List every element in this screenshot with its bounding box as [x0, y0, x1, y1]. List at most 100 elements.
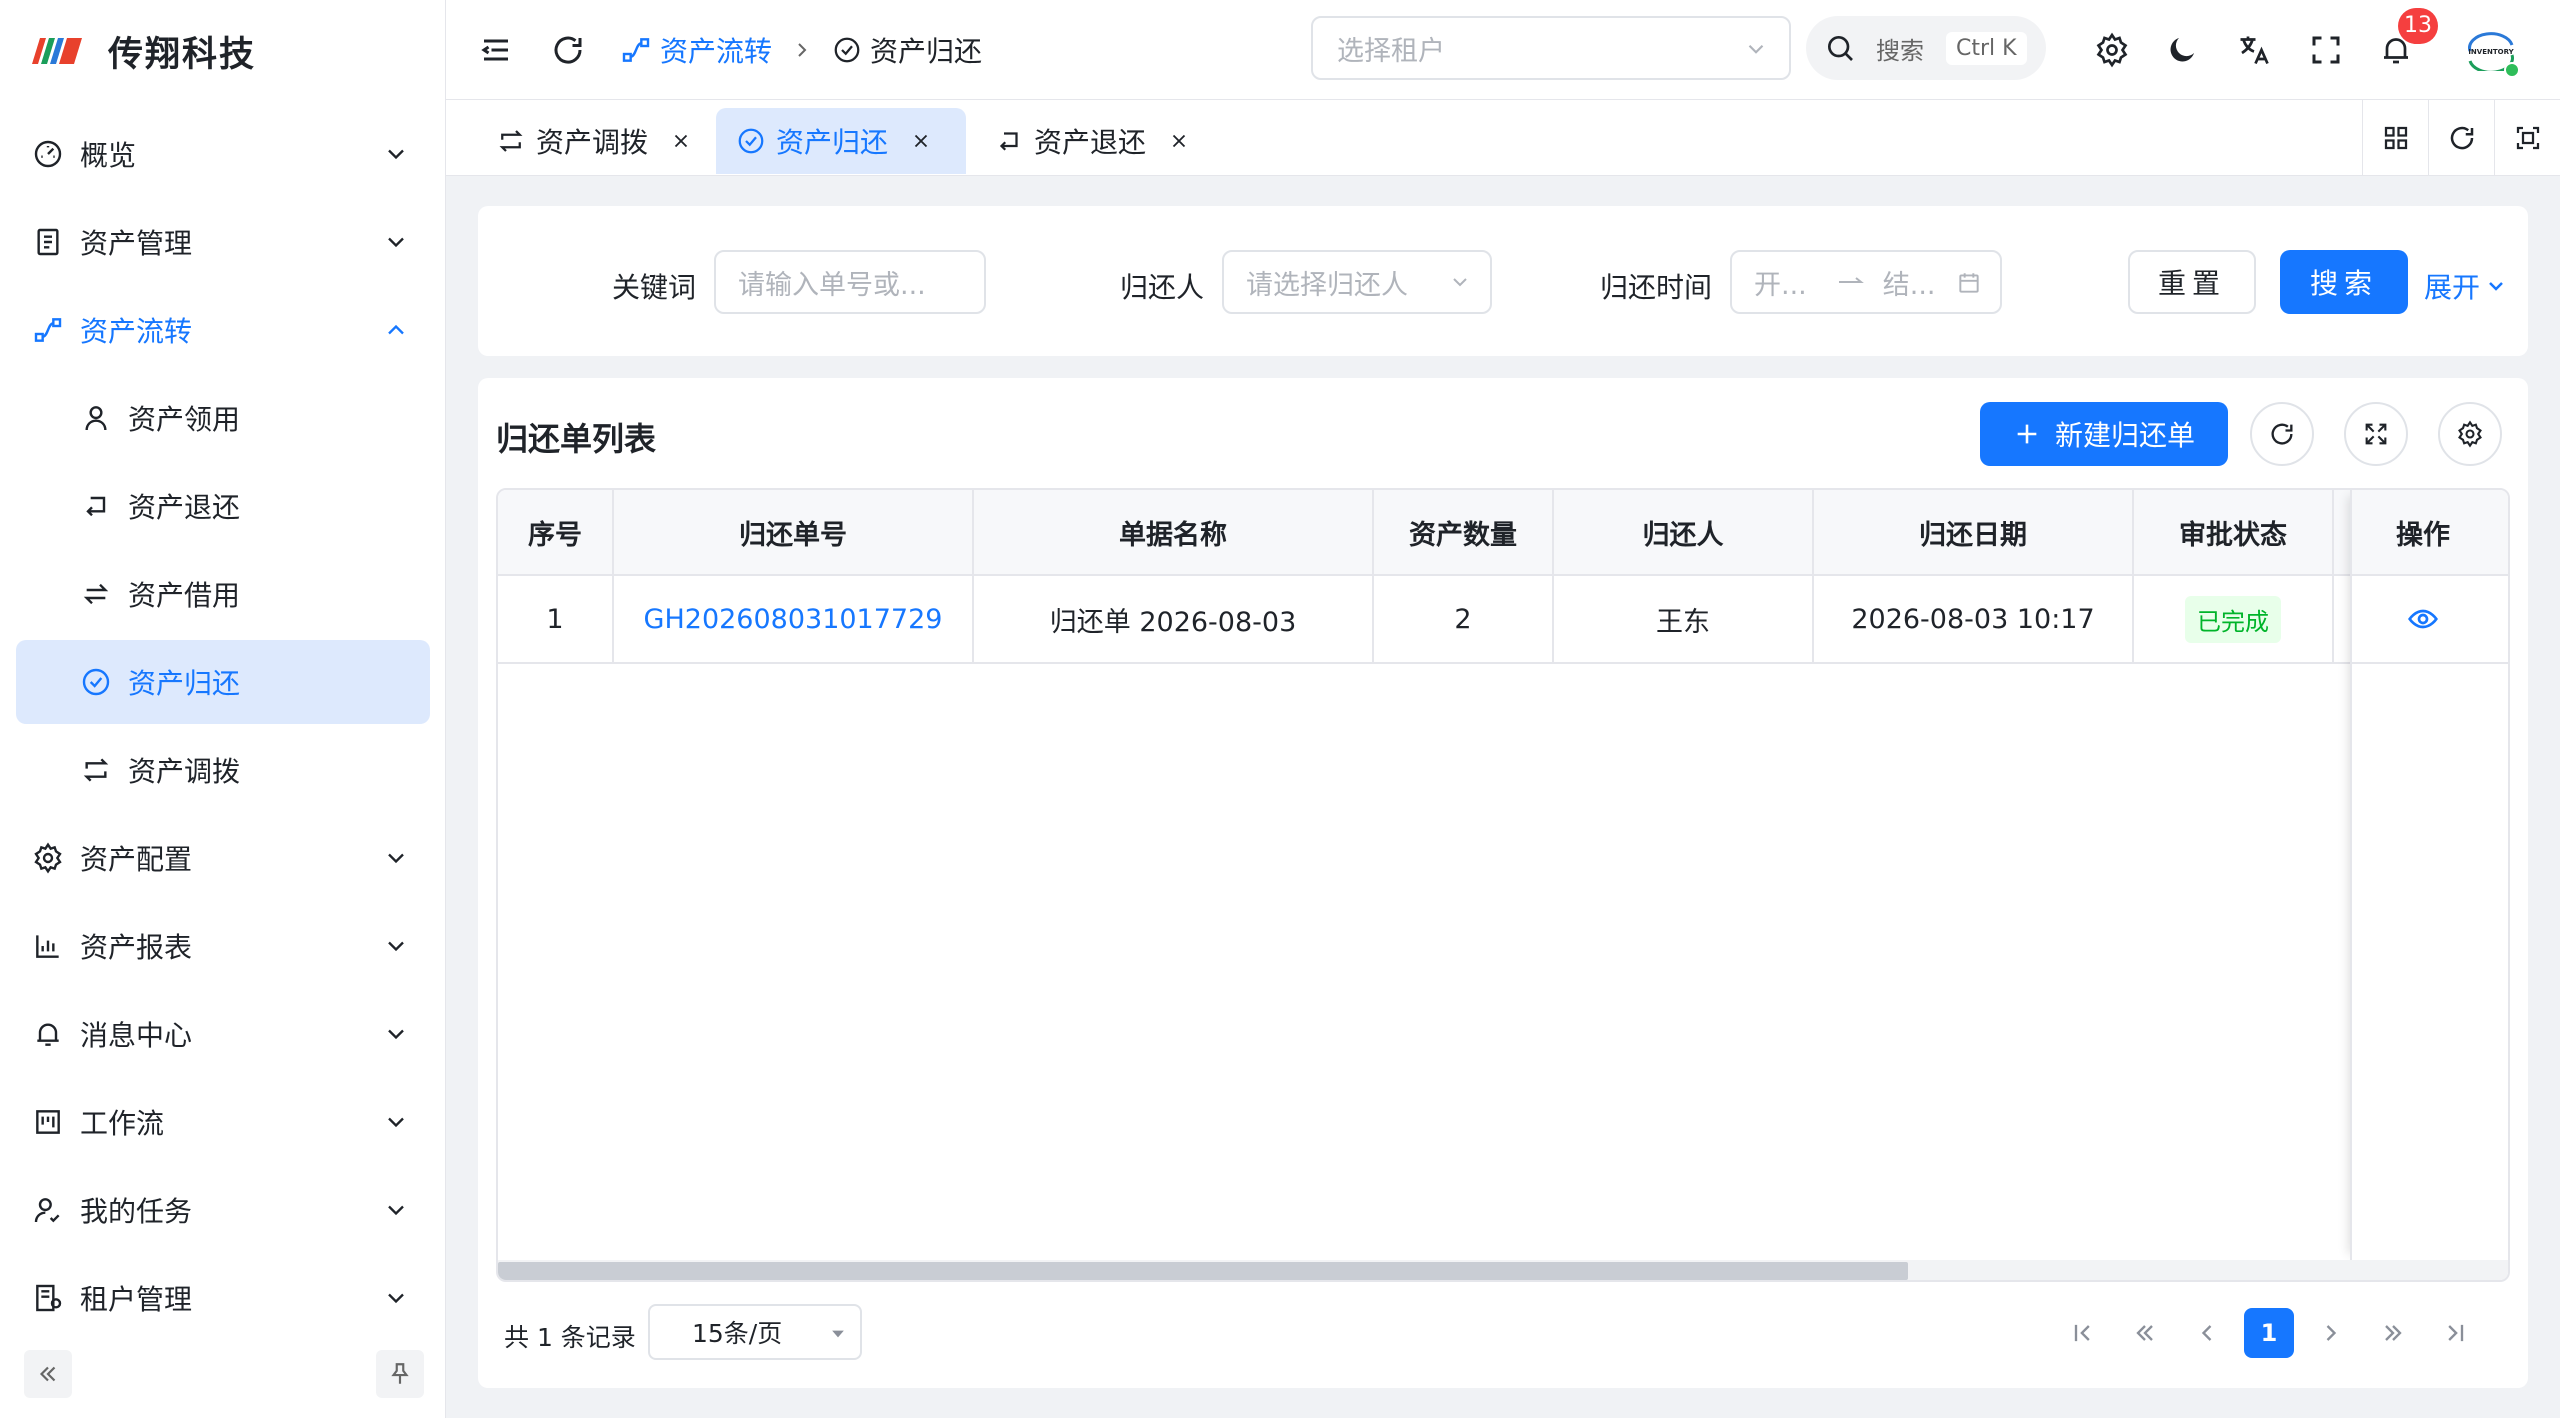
column-header-index[interactable]: 序号	[498, 490, 614, 574]
next-page-button[interactable]	[2306, 1308, 2356, 1358]
first-page-button[interactable]	[2058, 1308, 2108, 1358]
new-return-button[interactable]: 新建归还单	[1980, 402, 2228, 466]
transfer-icon	[499, 130, 523, 152]
global-search-button[interactable]: 搜索 Ctrl K	[1806, 16, 2046, 80]
cell-doc-name: 归还单 2026-08-03	[974, 576, 1374, 662]
tab-asset-transfer[interactable]: 资产调拨	[476, 108, 712, 174]
user-icon	[85, 406, 107, 431]
next-group-button[interactable]	[2368, 1308, 2418, 1358]
table-refresh-button[interactable]	[2250, 402, 2314, 466]
logo[interactable]: 传翔科技	[26, 22, 256, 80]
sidebar-item-asset-transfer[interactable]: 资产调拨	[16, 728, 430, 812]
column-header-date[interactable]: 归还日期	[1814, 490, 2134, 574]
tab-bar: 资产调拨 资产归还 资产退还	[446, 100, 2560, 176]
range-end-placeholder: 结...	[1882, 269, 1936, 301]
returner-select[interactable]: 请选择归还人	[1222, 250, 1492, 314]
flow-icon	[34, 318, 62, 342]
sidebar-item-asset-management[interactable]: 资产管理	[16, 200, 430, 284]
document-list-icon	[37, 228, 59, 256]
return-time-label: 归还时间	[1600, 271, 1713, 304]
column-settings-button[interactable]	[2438, 402, 2502, 466]
column-header-returner[interactable]: 归还人	[1554, 490, 1814, 574]
transfer-icon	[83, 758, 109, 782]
pin-sidebar-button[interactable]	[376, 1350, 424, 1398]
horizontal-scrollbar[interactable]	[498, 1260, 2508, 1280]
check-circle-icon	[738, 128, 764, 154]
table-header-row: 序号 归还单号 单据名称 资产数量 归还人 归还日期 审批状态 操作	[498, 490, 2508, 576]
scrollbar-thumb[interactable]	[498, 1262, 1908, 1280]
sidebar-item-asset-return[interactable]: 资产归还	[16, 640, 430, 724]
table-fullscreen-button[interactable]	[2344, 402, 2408, 466]
eye-icon[interactable]	[2407, 603, 2439, 635]
tab-refresh-button[interactable]	[2428, 100, 2494, 176]
keyword-input[interactable]: 请输入单号或...	[714, 250, 986, 314]
plus-icon	[2017, 424, 2037, 444]
sidebar-item-asset-receive[interactable]: 资产领用	[16, 376, 430, 460]
sidebar-item-overview[interactable]: 概览	[16, 112, 430, 196]
breadcrumb-item[interactable]: 资产流转	[660, 30, 772, 70]
sidebar-item-label: 工作流	[80, 1107, 165, 1140]
sidebar-item-asset-flow[interactable]: 资产流转	[16, 288, 430, 372]
settings-icon[interactable]	[2094, 32, 2130, 68]
tab-asset-return[interactable]: 资产归还	[716, 108, 966, 174]
chevron-down-icon	[2489, 282, 2503, 291]
translate-icon[interactable]	[2236, 32, 2272, 68]
cell-status: 已完成	[2134, 576, 2334, 662]
user-task-icon	[34, 1198, 60, 1223]
sidebar-item-asset-borrow[interactable]: 资产借用	[16, 552, 430, 636]
tenant-select[interactable]: 选择租户	[1311, 16, 1791, 80]
close-icon[interactable]	[910, 130, 932, 152]
close-icon[interactable]	[1168, 130, 1190, 152]
prev-group-button[interactable]	[2120, 1308, 2170, 1358]
last-page-button[interactable]	[2430, 1308, 2480, 1358]
chevron-down-icon	[388, 1029, 404, 1040]
close-icon[interactable]	[670, 130, 692, 152]
sidebar-item-label: 资产流转	[80, 315, 193, 348]
expand-filter-button[interactable]: 展开	[2424, 266, 2508, 306]
dark-mode-icon[interactable]	[2164, 32, 2200, 68]
tab-label: 资产归还	[776, 126, 889, 159]
page-size-select[interactable]: 15条/页	[648, 1304, 862, 1360]
chevron-down-icon	[388, 1293, 404, 1304]
column-header-status[interactable]: 审批状态	[2134, 490, 2334, 574]
column-header-name[interactable]: 单据名称	[974, 490, 1374, 574]
search-shortcut: Ctrl K	[1946, 31, 2027, 65]
return-time-range-picker[interactable]: 开... 结...	[1730, 250, 2002, 314]
keyword-label: 关键词	[612, 271, 697, 304]
breadcrumb: 资产流转 资产归还	[620, 28, 982, 72]
bar-chart-icon	[36, 935, 59, 958]
reset-button[interactable]: 重置	[2128, 250, 2256, 314]
cell-return-number-link[interactable]: GH202608031017729	[614, 576, 974, 662]
refresh-icon	[2450, 126, 2473, 150]
sidebar-item-my-tasks[interactable]: 我的任务	[16, 1168, 430, 1252]
current-page-button[interactable]: 1	[2244, 1308, 2294, 1358]
tab-maximize-button[interactable]	[2494, 100, 2560, 176]
chevron-left-icon	[2201, 1325, 2212, 1341]
sidebar-item-asset-return-back[interactable]: 资产退还	[16, 464, 430, 548]
refresh-icon	[2271, 423, 2293, 445]
column-header-number[interactable]: 归还单号	[614, 490, 974, 574]
column-header-count[interactable]: 资产数量	[1374, 490, 1554, 574]
menu-fold-icon[interactable]	[478, 32, 514, 68]
sidebar-item-workflow[interactable]: 工作流	[16, 1080, 430, 1164]
tab-asset-return-back[interactable]: 资产退还	[974, 108, 1210, 174]
collapse-sidebar-button[interactable]	[24, 1350, 72, 1398]
return-icon	[999, 132, 1018, 151]
arrow-right-icon	[1838, 277, 1864, 283]
fullscreen-icon[interactable]	[2308, 32, 2344, 68]
sidebar-item-message-center[interactable]: 消息中心	[16, 992, 430, 1076]
sidebar-item-label: 我的任务	[80, 1195, 193, 1228]
refresh-icon[interactable]	[550, 32, 586, 68]
double-chevron-left-icon	[39, 1366, 56, 1382]
tab-toolbar	[2362, 100, 2560, 176]
sidebar-item-label: 租户管理	[80, 1283, 193, 1316]
search-button[interactable]: 搜索	[2280, 250, 2408, 314]
total-records: 共 1 条记录	[504, 1323, 636, 1352]
sidebar-item-tenant-management[interactable]: 租户管理	[16, 1256, 430, 1340]
sidebar-item-asset-report[interactable]: 资产报表	[16, 904, 430, 988]
range-start-placeholder: 开...	[1754, 269, 1807, 301]
tab-menu-button[interactable]	[2362, 100, 2428, 176]
chevron-down-icon	[388, 237, 404, 248]
sidebar-item-asset-config[interactable]: 资产配置	[16, 816, 430, 900]
prev-page-button[interactable]	[2182, 1308, 2232, 1358]
